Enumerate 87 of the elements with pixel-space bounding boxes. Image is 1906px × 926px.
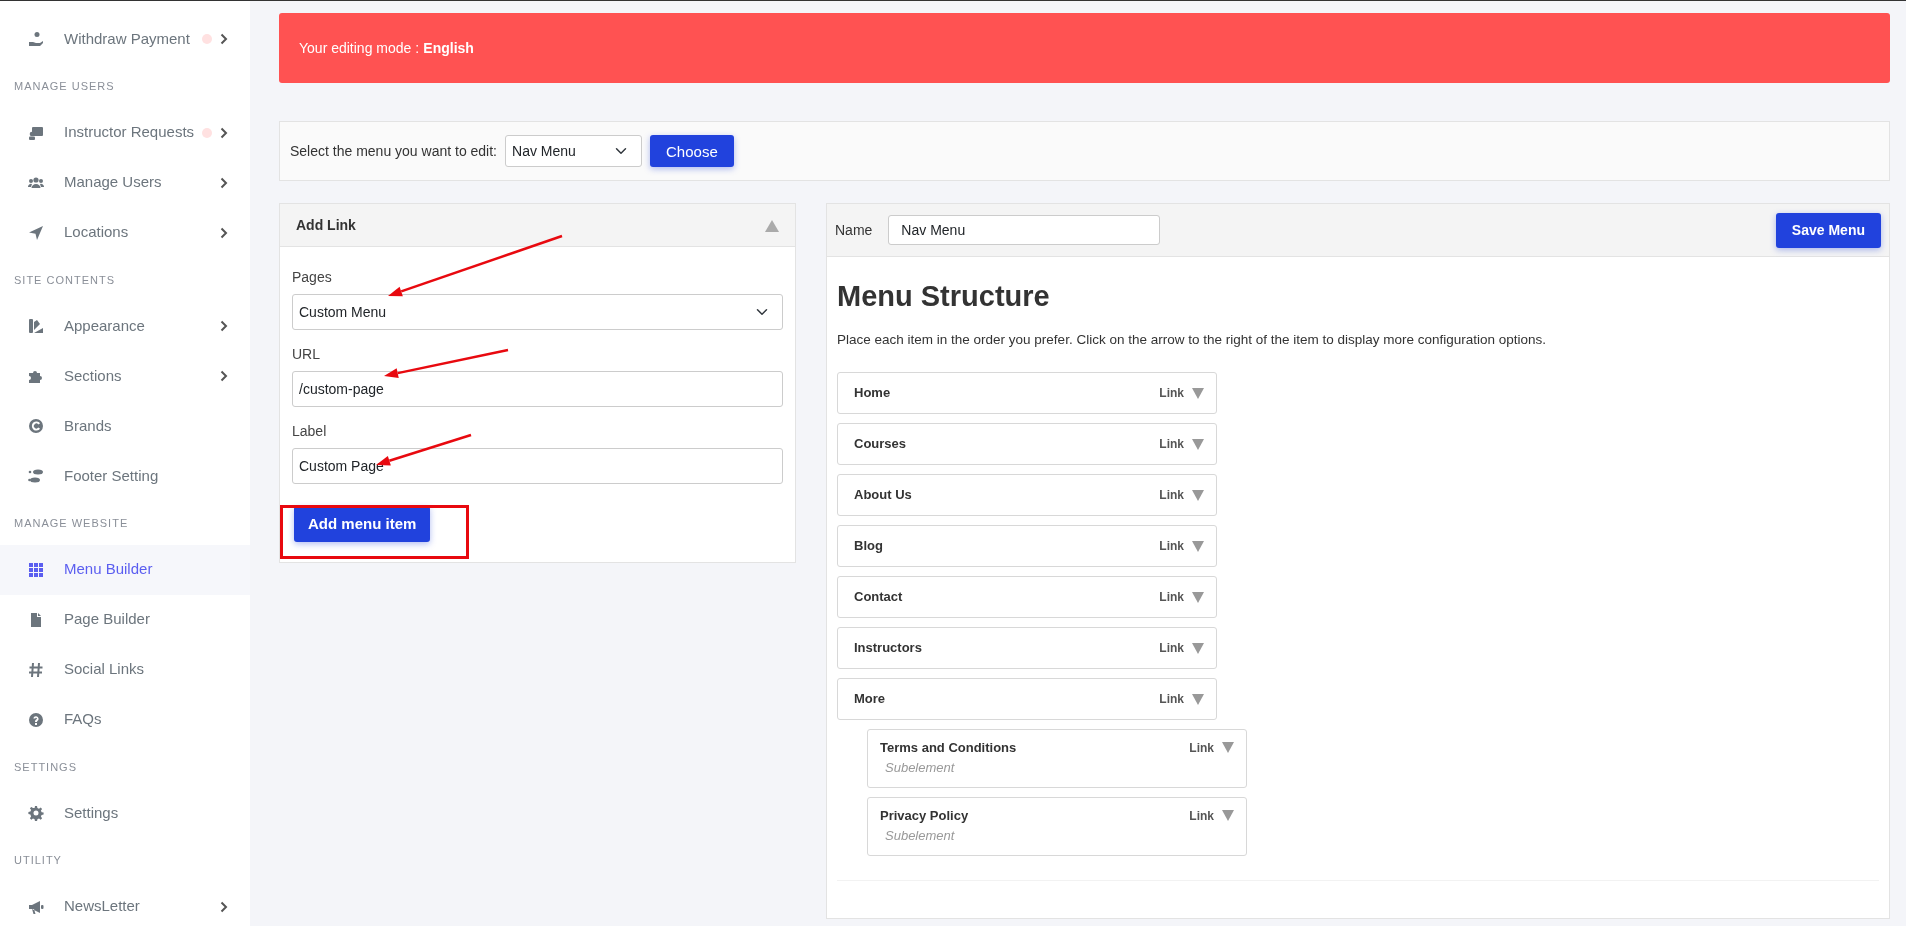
item-type-label: Link: [1159, 640, 1184, 658]
description-text: Place each item in the order you prefer. Click on the arrow to the right of the item to display more configuration options.: [837, 330, 1548, 349]
menu-item[interactable]: Courses Link: [837, 423, 1217, 466]
sidebar-item[interactable]: Brands: [0, 401, 250, 451]
expand-triangle-icon[interactable]: [1192, 693, 1204, 705]
presentation-board-icon: [28, 124, 44, 141]
item-type-label: Link: [1189, 739, 1214, 757]
sidebar-item[interactable]: Locations: [0, 207, 250, 258]
settings-icon: [28, 805, 44, 821]
text-field[interactable]: /custom-page: [292, 371, 783, 407]
name-label: Name: [835, 220, 873, 240]
menu-item-label: More: [854, 690, 887, 709]
sidebar-item[interactable]: Footer Setting: [0, 451, 250, 501]
sidebar-item[interactable]: Page Builder: [0, 594, 250, 645]
navigation-arrow-icon: [28, 224, 44, 241]
expand-triangle-icon[interactable]: [1192, 438, 1204, 450]
sidebar-item[interactable]: Withdraw Payment: [0, 14, 250, 64]
menu-item[interactable]: More Link: [837, 678, 1217, 721]
sidebar-section-heading: SITE CONTENTS: [13, 272, 116, 288]
field-label: URL: [292, 345, 320, 364]
sidebar-section-heading: MANAGE WEBSITE: [13, 516, 130, 531]
menu-item-label: Terms and Conditions: [880, 739, 1018, 758]
expand-triangle-icon[interactable]: [1192, 591, 1204, 603]
sidebar-item[interactable]: Instructor Requests: [0, 107, 250, 158]
item-type-label: Link: [1159, 691, 1184, 709]
menu-item[interactable]: About Us Link: [837, 474, 1217, 517]
footprints-icon: [28, 468, 44, 484]
menu-item[interactable]: Instructors Link: [837, 627, 1217, 670]
sidebar-item[interactable]: Menu Builder: [0, 544, 250, 595]
menu-item[interactable]: Blog Link: [837, 525, 1217, 568]
megaphone-icon: [28, 898, 44, 915]
expand-triangle-icon[interactable]: [1222, 742, 1234, 754]
expand-triangle-icon[interactable]: [1192, 642, 1204, 654]
users-icon: [28, 174, 44, 191]
item-type-label: Link: [1159, 487, 1184, 505]
sidebar-item[interactable]: NewsLetter: [0, 881, 250, 926]
copyright-icon: [28, 418, 44, 434]
menu-item-label: Privacy Policy: [880, 807, 970, 826]
menu-item[interactable]: Terms and Conditions Link Subelement: [867, 729, 1247, 789]
expand-triangle-icon[interactable]: [1192, 540, 1204, 552]
item-type-label: Link: [1159, 589, 1184, 607]
menu-item-label: Contact: [854, 588, 904, 607]
field-label: Label: [292, 422, 327, 441]
puzzle-piece-icon: [28, 368, 44, 384]
menu-item[interactable]: Privacy Policy Link Subelement: [867, 797, 1247, 857]
menu-name-field[interactable]: Nav Menu: [888, 215, 1161, 245]
menu-item[interactable]: Home Link: [837, 372, 1217, 415]
sidebar-item[interactable]: Appearance: [0, 301, 250, 351]
sidebar-section-heading: MANAGE USERS: [13, 79, 116, 94]
menu-item[interactable]: Contact Link: [837, 576, 1217, 619]
menu-item-label: Instructors: [854, 639, 923, 658]
item-type-label: Link: [1159, 538, 1184, 556]
field-label: Pages: [292, 268, 332, 287]
sidebar-item[interactable]: Settings: [0, 788, 250, 838]
file-icon: [28, 611, 44, 628]
sidebar-item[interactable]: Sections: [0, 351, 250, 401]
collapse-triangle-icon[interactable]: [765, 219, 779, 232]
grid-icon: [28, 561, 44, 578]
item-type-label: Link: [1159, 436, 1184, 454]
menu-item-label: Blog: [854, 537, 884, 556]
menu-item-label: Home: [854, 384, 892, 403]
expand-triangle-icon[interactable]: [1192, 489, 1204, 501]
sidebar-item[interactable]: FAQs: [0, 694, 250, 745]
sidebar-item[interactable]: Manage Users: [0, 157, 250, 208]
choose-button[interactable]: Choose: [650, 135, 734, 167]
item-type-label: Link: [1159, 385, 1184, 403]
sidebar-section-heading: SETTINGS: [13, 759, 78, 775]
pages-select[interactable]: Custom Menu: [292, 294, 783, 330]
menu-picker-label: Select the menu you want to edit:: [290, 141, 497, 161]
subelement-note: Subelement: [884, 758, 956, 777]
menu-select[interactable]: Nav Menu: [505, 135, 642, 167]
subelement-note: Subelement: [884, 826, 956, 845]
palette-icon: [28, 318, 44, 334]
menu-item-label: Courses: [854, 435, 908, 454]
panel-title: Add Link: [296, 215, 356, 235]
save-menu-button[interactable]: Save Menu: [1775, 212, 1881, 248]
sidebar-item[interactable]: Social Links: [0, 644, 250, 695]
editing-mode-alert: Your editing mode : English: [279, 13, 1890, 83]
expand-triangle-icon[interactable]: [1222, 810, 1234, 822]
item-type-label: Link: [1189, 807, 1214, 825]
expand-triangle-icon[interactable]: [1192, 387, 1204, 399]
section-heading: Menu Structure: [837, 279, 1051, 314]
menu-item-label: About Us: [854, 486, 913, 505]
sidebar-section-heading: UTILITY: [13, 853, 63, 868]
add-menu-item-button[interactable]: Add menu item: [294, 506, 431, 542]
hand-coin-icon: [28, 31, 44, 47]
hashtag-icon: [28, 661, 44, 678]
